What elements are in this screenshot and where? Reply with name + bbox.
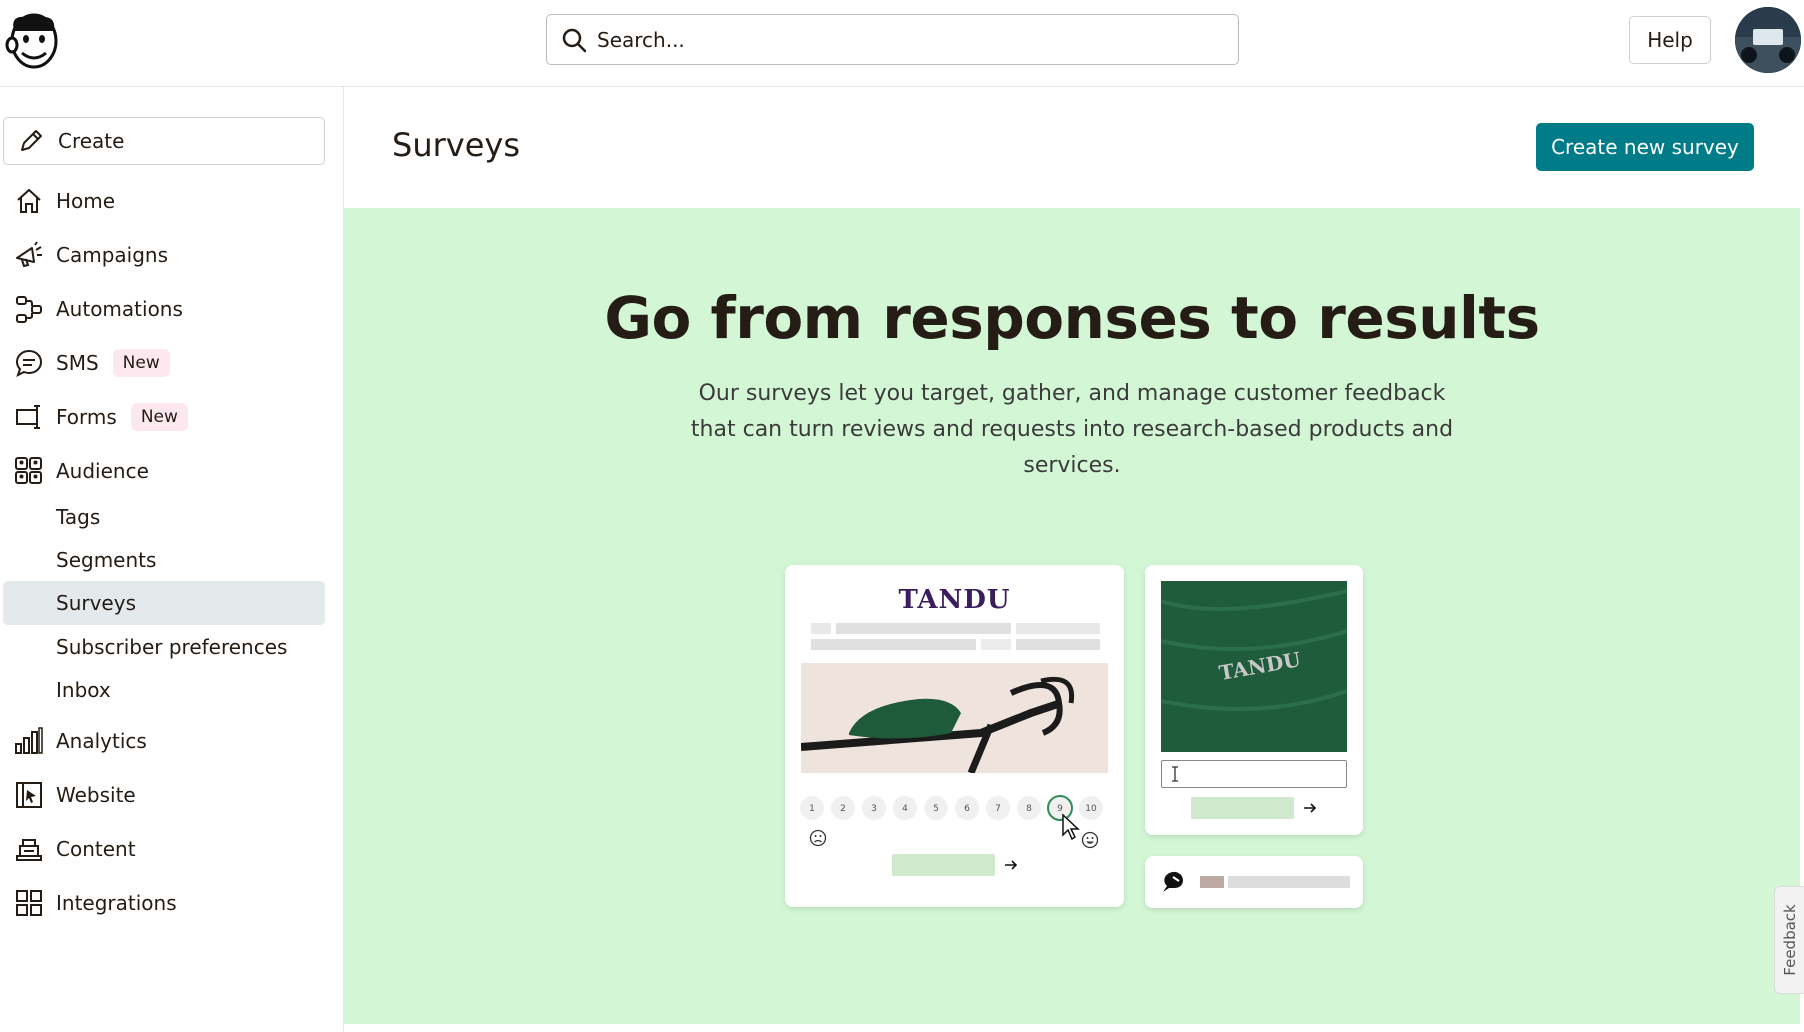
avatar[interactable] <box>1735 7 1801 73</box>
text-field-placeholder <box>1161 760 1347 788</box>
sidebar-item-content[interactable]: Content <box>14 829 136 869</box>
svg-text:7: 7 <box>995 804 1001 814</box>
sidebar-item-label: SMS <box>56 351 99 375</box>
sidebar: Create Home Campaigns Automations SMS Ne… <box>0 87 344 1032</box>
placeholder-bar <box>1228 876 1350 888</box>
sidebar-item-label: Home <box>56 189 116 213</box>
placeholder-bar <box>1200 876 1224 888</box>
sidebar-item-campaigns[interactable]: Campaigns <box>14 235 168 275</box>
sidebar-item-label: Analytics <box>56 729 147 753</box>
cursor-pointer-icon <box>1062 813 1080 841</box>
bar-chart-icon <box>14 726 44 756</box>
svg-text:5: 5 <box>933 804 939 814</box>
sidebar-item-automations[interactable]: Automations <box>14 289 183 329</box>
new-badge: New <box>112 349 170 377</box>
feedback-label: Feedback <box>1780 904 1799 976</box>
automations-icon <box>14 294 44 324</box>
pencil-icon <box>21 130 42 151</box>
sidebar-item-website[interactable]: Website <box>14 775 136 815</box>
survey-bubble-icon <box>1163 871 1183 892</box>
sidebar-subitem-tags[interactable]: Tags <box>56 498 100 536</box>
sidebar-subitem-segments[interactable]: Segments <box>56 541 156 579</box>
grid-icon <box>14 888 44 918</box>
sidebar-item-label: Audience <box>56 459 149 483</box>
megaphone-icon <box>14 240 44 270</box>
bag-photo: TANDU <box>1161 581 1347 752</box>
search-icon <box>562 28 587 52</box>
submit-placeholder <box>892 854 995 876</box>
sidebar-subitem-inbox[interactable]: Inbox <box>56 671 111 709</box>
sidebar-item-analytics[interactable]: Analytics <box>14 721 147 761</box>
sidebar-item-label: Surveys <box>56 591 136 615</box>
chat-bubble-icon <box>14 348 44 378</box>
happy-face-icon <box>1081 831 1099 849</box>
active-item-highlight <box>3 581 325 625</box>
search-box[interactable] <box>546 14 1239 65</box>
create-label: Create <box>58 129 125 153</box>
bike-photo <box>801 663 1108 773</box>
survey-mini-card <box>1145 856 1363 908</box>
home-icon <box>14 186 44 216</box>
sidebar-item-audience[interactable]: Audience <box>14 451 149 491</box>
mailchimp-logo-icon[interactable] <box>4 9 62 71</box>
sidebar-subitem-subscriber-preferences[interactable]: Subscriber preferences <box>56 628 287 666</box>
svg-text:4: 4 <box>902 804 908 814</box>
audience-icon <box>14 456 44 486</box>
svg-text:1: 1 <box>809 804 815 814</box>
help-button[interactable]: Help <box>1629 16 1711 64</box>
sidebar-item-home[interactable]: Home <box>14 181 115 221</box>
sidebar-item-integrations[interactable]: Integrations <box>14 883 177 923</box>
brand-logo: TANDU <box>898 585 1011 615</box>
feedback-tab[interactable]: Feedback <box>1774 886 1804 994</box>
text-cursor-icon <box>1172 766 1178 782</box>
top-bar: Help <box>0 0 1804 87</box>
sidebar-item-sms[interactable]: SMS New <box>14 343 170 383</box>
svg-text:3: 3 <box>871 804 877 814</box>
hero-banner: Go from responses to results Our surveys… <box>344 208 1800 1024</box>
page-title: Surveys <box>392 126 520 164</box>
sidebar-subitem-surveys[interactable]: Surveys <box>56 584 136 622</box>
sidebar-item-label: Integrations <box>56 891 177 915</box>
svg-text:8: 8 <box>1026 804 1032 814</box>
sidebar-item-label: Inbox <box>56 678 111 702</box>
arrow-right-icon <box>1005 860 1018 870</box>
survey-illustration-card: TANDU 1 2 3 4 5 6 7 8 9 10 <box>785 565 1124 907</box>
svg-text:6: 6 <box>964 804 970 814</box>
sidebar-item-label: Content <box>56 837 136 861</box>
sidebar-item-forms[interactable]: Forms New <box>14 397 188 437</box>
arrow-right-icon <box>1304 803 1317 813</box>
sidebar-item-label: Automations <box>56 297 183 321</box>
new-badge: New <box>130 403 188 431</box>
hero-title: Go from responses to results <box>604 284 1540 352</box>
sidebar-item-label: Segments <box>56 548 157 572</box>
sidebar-item-label: Tags <box>56 505 101 529</box>
placeholder-lines <box>811 623 1100 650</box>
website-icon <box>14 780 44 810</box>
sidebar-item-label: Website <box>56 783 136 807</box>
sad-face-icon <box>809 829 827 847</box>
sidebar-item-label: Campaigns <box>56 243 169 267</box>
svg-text:10: 10 <box>1085 804 1097 814</box>
create-button[interactable]: Create <box>3 117 325 165</box>
form-icon <box>14 402 44 432</box>
submit-placeholder <box>1191 797 1294 819</box>
feedback-illustration-card: TANDU <box>1145 565 1363 835</box>
sidebar-item-label: Forms <box>56 405 117 429</box>
create-new-survey-button[interactable]: Create new survey <box>1536 123 1754 171</box>
search-input[interactable] <box>597 27 1217 52</box>
svg-text:2: 2 <box>840 804 846 814</box>
content-icon <box>14 834 44 864</box>
hero-subtitle: Our surveys let you target, gather, and … <box>690 381 1454 478</box>
sidebar-item-label: Subscriber preferences <box>56 635 288 659</box>
